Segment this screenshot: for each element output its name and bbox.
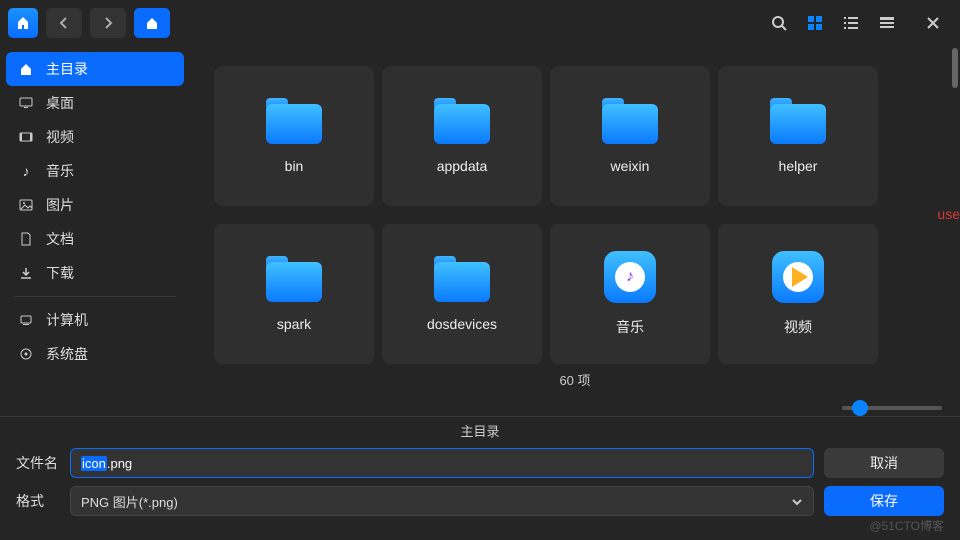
sidebar-item-document[interactable]: 文档: [6, 222, 184, 256]
sidebar-item-music[interactable]: ♪ 音乐: [6, 154, 184, 188]
sidebar-item-home[interactable]: 主目录: [6, 52, 184, 86]
save-panel: 主目录 文件名 icon.png 取消 格式 PNG 图片(*.png) 保存: [0, 416, 960, 540]
sidebar-item-label: 图片: [46, 195, 74, 215]
tile-label: 视频: [784, 317, 812, 337]
video-icon: [18, 129, 34, 145]
folder-tile[interactable]: bin: [214, 66, 374, 206]
sidebar-item-label: 系统盘: [46, 344, 88, 364]
sidebar-item-label: 主目录: [46, 59, 88, 79]
sidebar-separator: [14, 296, 176, 297]
tile-label: helper: [779, 158, 818, 174]
nav-back-button[interactable]: [46, 8, 82, 38]
folder-tile[interactable]: appdata: [382, 66, 542, 206]
breadcrumb: 主目录: [16, 421, 944, 440]
format-value: PNG 图片(*.png): [81, 492, 178, 511]
sidebar-item-label: 计算机: [46, 310, 88, 330]
chevron-down-icon: [791, 494, 803, 509]
nav-home-button[interactable]: [134, 8, 170, 38]
zoom-knob[interactable]: [852, 400, 868, 416]
document-icon: [18, 231, 34, 247]
toolbar: [0, 0, 960, 46]
scroll-thumb[interactable]: [952, 48, 958, 88]
sidebar-item-computer[interactable]: 计算机: [6, 303, 184, 337]
folder-tile[interactable]: dosdevices: [382, 224, 542, 364]
folder-icon: [434, 256, 490, 302]
view-grid-icon[interactable]: [804, 12, 826, 34]
sidebar-item-label: 下载: [46, 263, 74, 283]
tile-label: spark: [277, 316, 311, 332]
sidebar-item-label: 视频: [46, 127, 74, 147]
folder-icon: [266, 98, 322, 144]
download-icon: [18, 265, 34, 281]
zoom-slider[interactable]: [842, 406, 942, 410]
folder-tile[interactable]: ♪ 音乐: [550, 224, 710, 364]
view-detail-icon[interactable]: [876, 12, 898, 34]
sidebar-item-download[interactable]: 下载: [6, 256, 184, 290]
cancel-button[interactable]: 取消: [824, 448, 944, 478]
folder-tile[interactable]: helper: [718, 66, 878, 206]
close-icon[interactable]: [922, 12, 944, 34]
image-icon: [18, 197, 34, 213]
filename-input[interactable]: icon.png: [70, 448, 814, 478]
watermark-use: use: [937, 206, 960, 222]
computer-icon: [18, 312, 34, 328]
video-folder-icon: [772, 251, 824, 303]
folder-tile[interactable]: spark: [214, 224, 374, 364]
desktop-icon: [18, 95, 34, 111]
item-count: 60 项: [190, 370, 960, 389]
tile-label: bin: [285, 158, 304, 174]
filename-label: 文件名: [16, 453, 60, 473]
sidebar: 主目录 桌面 视频 ♪ 音乐 图片 文档 下载 计算机: [0, 46, 190, 416]
sidebar-item-disk[interactable]: 系统盘: [6, 337, 184, 371]
tile-label: 音乐: [616, 317, 644, 337]
folder-icon: [770, 98, 826, 144]
search-icon[interactable]: [768, 12, 790, 34]
format-combo[interactable]: PNG 图片(*.png): [70, 486, 814, 516]
tile-label: weixin: [611, 158, 650, 174]
watermark-blog: @51CTO博客: [869, 517, 944, 534]
home-icon: [18, 61, 34, 77]
folder-icon: [434, 98, 490, 144]
sidebar-item-label: 音乐: [46, 161, 74, 181]
sidebar-item-label: 文档: [46, 229, 74, 249]
music-folder-icon: ♪: [604, 251, 656, 303]
sidebar-item-label: 桌面: [46, 93, 74, 113]
filename-rest: .png: [107, 456, 132, 471]
nav-forward-button[interactable]: [90, 8, 126, 38]
format-label: 格式: [16, 491, 60, 511]
sidebar-item-desktop[interactable]: 桌面: [6, 86, 184, 120]
tile-label: dosdevices: [427, 316, 497, 332]
app-icon: [8, 8, 38, 38]
save-button[interactable]: 保存: [824, 486, 944, 516]
sidebar-item-image[interactable]: 图片: [6, 188, 184, 222]
folder-tile[interactable]: weixin: [550, 66, 710, 206]
folder-icon: [602, 98, 658, 144]
folder-icon: [266, 256, 322, 302]
music-icon: ♪: [18, 163, 34, 179]
filename-selection: icon: [81, 456, 107, 471]
sidebar-item-video[interactable]: 视频: [6, 120, 184, 154]
tile-label: appdata: [437, 158, 488, 174]
folder-tile[interactable]: 视频: [718, 224, 878, 364]
view-list-icon[interactable]: [840, 12, 862, 34]
disk-icon: [18, 346, 34, 362]
file-grid-area: bin appdata weixin helper spark dosdevic…: [190, 46, 960, 416]
scrollbar[interactable]: [950, 46, 958, 416]
